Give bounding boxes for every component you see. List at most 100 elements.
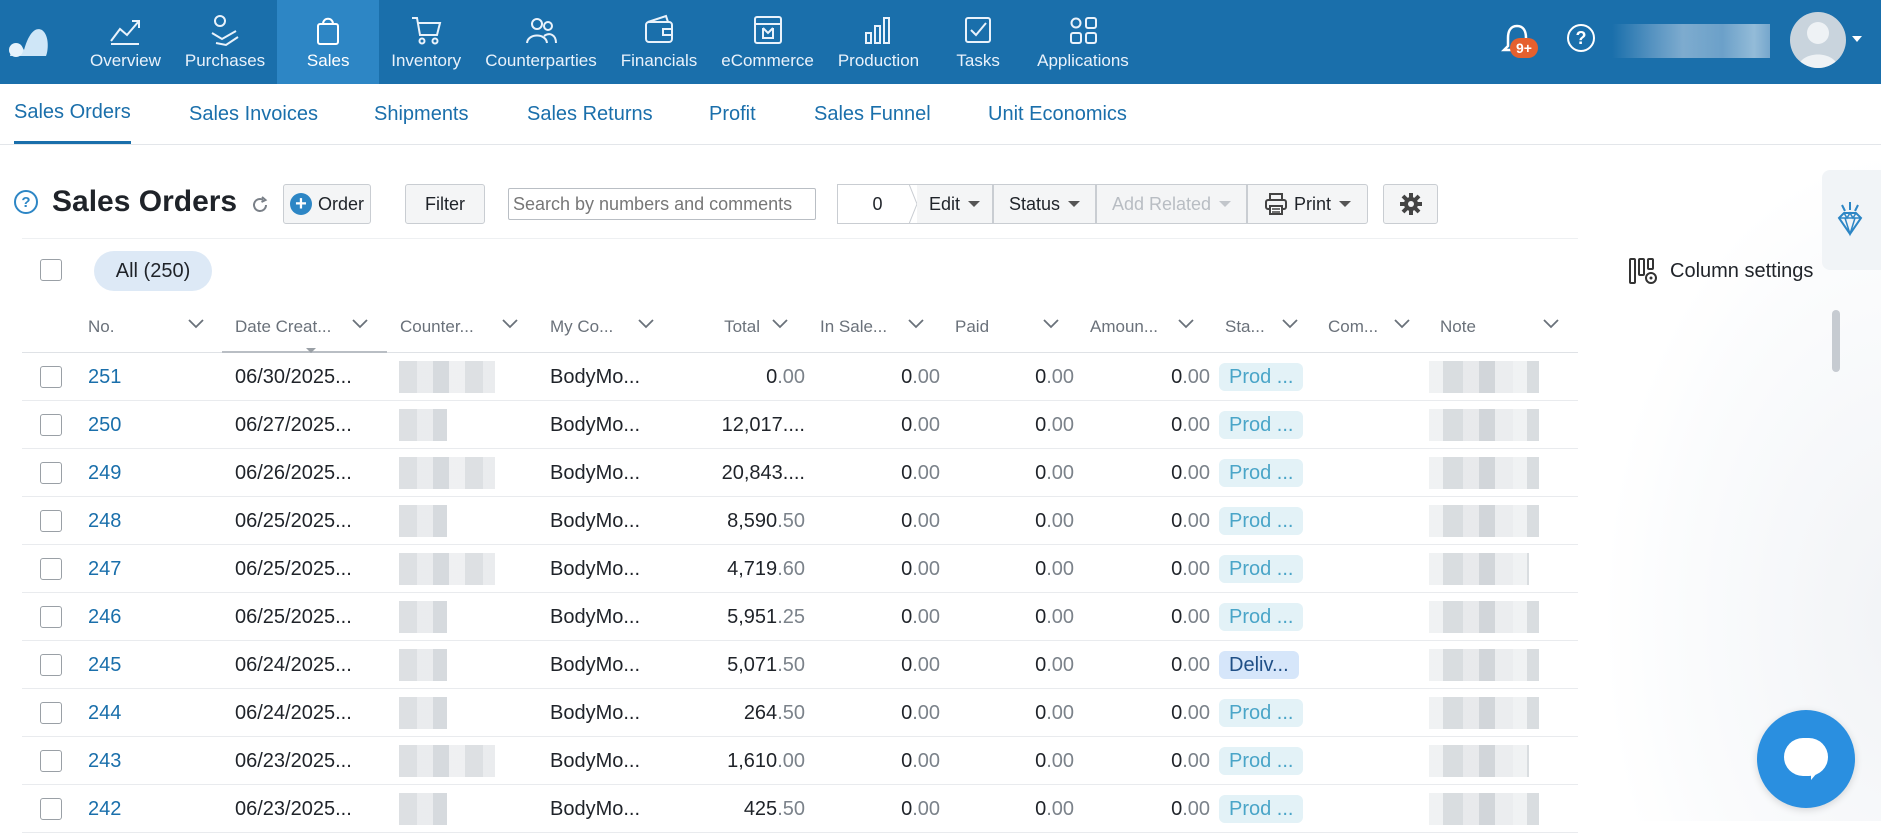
row-checkbox[interactable] (40, 462, 62, 484)
column-header[interactable]: Total (680, 312, 760, 342)
tab-shipments[interactable]: Shipments (374, 84, 469, 144)
help-icon[interactable]: ? (1567, 24, 1595, 52)
column-header[interactable]: In Sale... (820, 312, 910, 342)
tab-profit[interactable]: Profit (709, 84, 756, 144)
order-number-link[interactable]: 246 (88, 593, 121, 641)
order-number-link[interactable]: 248 (88, 497, 121, 545)
row-checkbox[interactable] (40, 654, 62, 676)
chevron-down-icon[interactable] (1394, 319, 1410, 329)
nav-item-sales[interactable]: Sales (277, 0, 380, 84)
nav-item-ecommerce[interactable]: eCommerce (709, 0, 826, 84)
nav-item-inventory[interactable]: Inventory (379, 0, 473, 84)
tab-sales-orders[interactable]: Sales Orders (14, 84, 131, 144)
order-number-link[interactable]: 251 (88, 353, 121, 401)
table-row[interactable]: 244 06/24/2025... BodyMo... 264.50 0.00 0.00 0… (22, 689, 1578, 737)
chevron-down-icon[interactable] (1178, 319, 1194, 329)
print-dropdown[interactable]: Print (1247, 184, 1368, 224)
row-checkbox[interactable] (40, 702, 62, 724)
nav-item-counterparties[interactable]: Counterparties (473, 0, 609, 84)
table-row[interactable]: 250 06/27/2025... BodyMo... 12,017.... 0.00 0… (22, 401, 1578, 449)
column-header[interactable]: Amoun... (1090, 312, 1180, 342)
table-row[interactable]: 242 06/23/2025... BodyMo... 425.50 0.00 0.00 0… (22, 785, 1578, 833)
row-checkbox[interactable] (40, 798, 62, 820)
page-help-icon[interactable]: ? (14, 190, 38, 214)
column-header[interactable]: Paid (955, 312, 1015, 342)
chevron-down-icon[interactable] (502, 319, 518, 329)
tab-sales-returns[interactable]: Sales Returns (527, 84, 653, 144)
tab-sales-invoices[interactable]: Sales Invoices (189, 84, 318, 144)
row-checkbox[interactable] (40, 750, 62, 772)
column-header[interactable]: Com... (1328, 312, 1388, 342)
nav-item-production[interactable]: Production (826, 0, 931, 84)
status-badge[interactable]: Prod ... (1219, 363, 1304, 391)
order-number-link[interactable]: 250 (88, 401, 121, 449)
chevron-down-icon[interactable] (188, 319, 204, 329)
nav-item-overview[interactable]: Overview (78, 0, 173, 84)
user-avatar[interactable] (1790, 12, 1846, 68)
chevron-down-icon[interactable] (908, 319, 924, 329)
logo-icon[interactable] (8, 22, 50, 58)
row-checkbox[interactable] (40, 606, 62, 628)
table-row[interactable]: 243 06/23/2025... BodyMo... 1,610.00 0.00 0.0… (22, 737, 1578, 785)
settings-button[interactable] (1383, 184, 1438, 224)
add-related-dropdown[interactable]: Add Related (1096, 184, 1247, 224)
status-badge[interactable]: Prod ... (1219, 603, 1304, 631)
order-number-link[interactable]: 249 (88, 449, 121, 497)
table-row[interactable]: 246 06/25/2025... BodyMo... 5,951.25 0.00 0.0… (22, 593, 1578, 641)
column-header[interactable]: Sta... (1225, 312, 1275, 342)
search-input[interactable] (508, 188, 816, 220)
filter-button[interactable]: Filter (405, 184, 485, 224)
select-all-checkbox[interactable] (40, 259, 62, 281)
row-checkbox[interactable] (40, 558, 62, 580)
table-row[interactable]: 249 06/26/2025... BodyMo... 20,843.... 0.00 0… (22, 449, 1578, 497)
table-row[interactable]: 247 06/25/2025... BodyMo... 4,719.60 0.00 0.0… (22, 545, 1578, 593)
tab-unit-economics[interactable]: Unit Economics (988, 84, 1127, 144)
edit-dropdown[interactable]: Edit (917, 184, 993, 224)
chevron-down-icon[interactable] (1282, 319, 1298, 329)
status-badge[interactable]: Prod ... (1219, 555, 1304, 583)
order-number-link[interactable]: 245 (88, 641, 121, 689)
chevron-down-icon[interactable] (352, 319, 368, 329)
status-badge[interactable]: Prod ... (1219, 459, 1304, 487)
user-menu-caret-icon[interactable] (1852, 36, 1862, 42)
status-dropdown[interactable]: Status (993, 184, 1096, 224)
chevron-down-icon[interactable] (638, 319, 654, 329)
nav-item-applications[interactable]: Applications (1025, 0, 1141, 84)
status-badge[interactable]: Prod ... (1219, 699, 1304, 727)
column-header[interactable]: My Co... (550, 312, 640, 342)
add-order-button[interactable]: + Order (283, 184, 371, 224)
chevron-down-icon[interactable] (1543, 319, 1559, 329)
order-number-link[interactable]: 243 (88, 737, 121, 785)
column-header[interactable]: Counter... (400, 312, 490, 342)
column-header[interactable]: Date Creat... (235, 312, 345, 342)
row-checkbox[interactable] (40, 414, 62, 436)
chevron-down-icon[interactable] (772, 319, 788, 329)
order-number-link[interactable]: 242 (88, 785, 121, 833)
table-row[interactable]: 245 06/24/2025... BodyMo... 5,071.50 0.00 0.0… (22, 641, 1578, 689)
order-number-link[interactable]: 244 (88, 689, 121, 737)
row-checkbox[interactable] (40, 510, 62, 532)
status-badge[interactable]: Prod ... (1219, 747, 1304, 775)
table-row[interactable]: 248 06/25/2025... BodyMo... 8,590.50 0.00 0.0… (22, 497, 1578, 545)
nav-item-financials[interactable]: Financials (609, 0, 710, 84)
status-badge[interactable]: Deliv... (1219, 651, 1299, 679)
column-header[interactable]: No. (88, 312, 178, 342)
tab-sales-funnel[interactable]: Sales Funnel (814, 84, 931, 144)
nav-item-tasks[interactable]: Tasks (931, 0, 1025, 84)
column-settings-button[interactable]: Column settings (1628, 256, 1813, 286)
row-checkbox[interactable] (40, 366, 62, 388)
refresh-icon[interactable] (250, 195, 270, 215)
order-number-link[interactable]: 247 (88, 545, 121, 593)
status-badge[interactable]: Prod ... (1219, 795, 1304, 823)
column-header[interactable]: Note (1440, 312, 1500, 342)
diamond-icon[interactable] (1833, 200, 1867, 242)
vertical-scrollbar-thumb[interactable] (1832, 310, 1840, 372)
status-badge[interactable]: Prod ... (1219, 411, 1304, 439)
chat-button[interactable] (1757, 710, 1855, 808)
nav-item-purchases[interactable]: Purchases (173, 0, 277, 84)
wallet-icon (644, 14, 673, 43)
status-badge[interactable]: Prod ... (1219, 507, 1304, 535)
table-row[interactable]: 251 06/30/2025... BodyMo... 0.00 0.00 0.00 0.0… (22, 353, 1578, 401)
chevron-down-icon[interactable] (1043, 319, 1059, 329)
filter-chip-all[interactable]: All (250) (94, 251, 212, 291)
